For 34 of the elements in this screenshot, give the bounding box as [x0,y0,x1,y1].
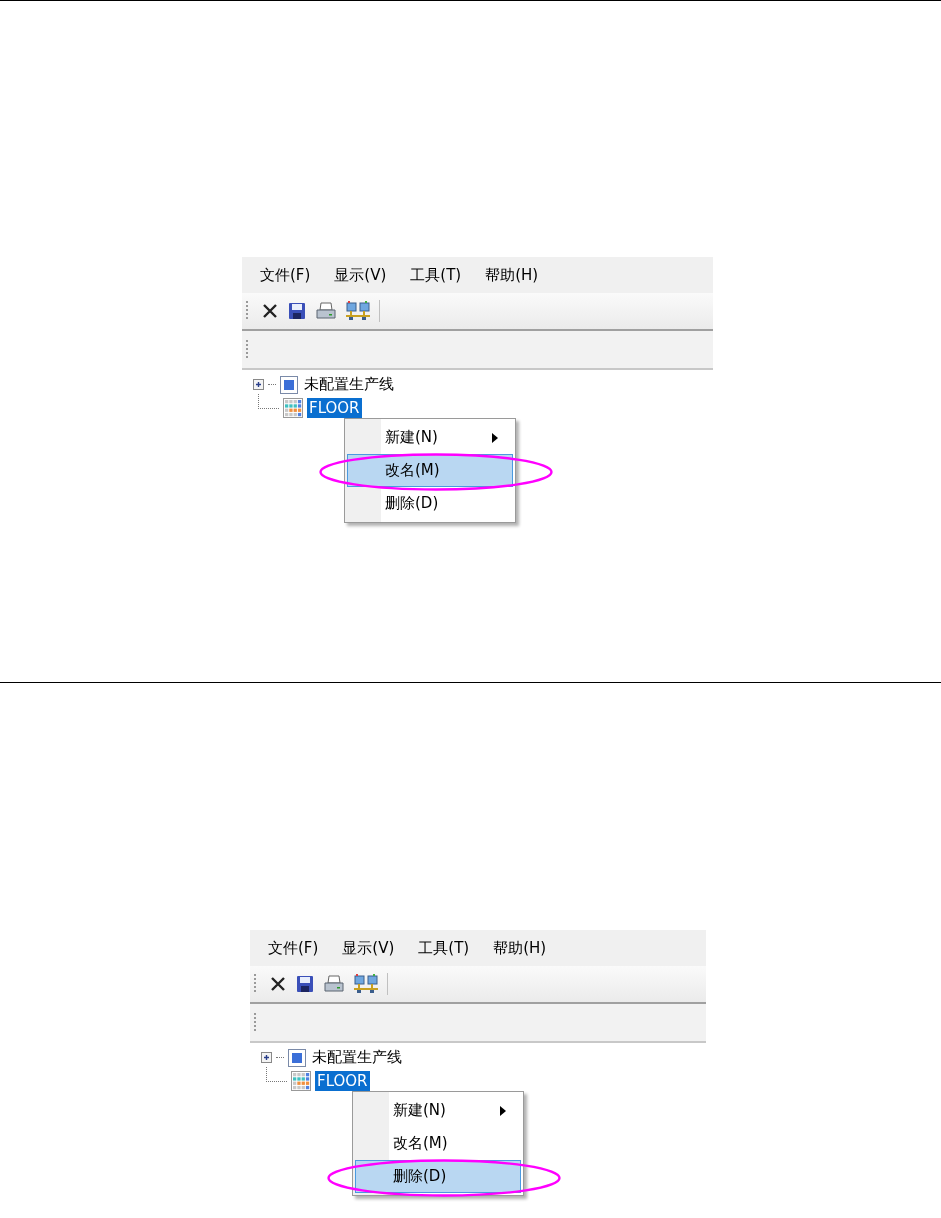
grip-icon [254,1012,257,1033]
tree-item[interactable]: FLOOR [315,1070,370,1091]
menu-item[interactable]: 改名(M) [347,454,513,487]
menu-item[interactable]: 改名(M) [355,1127,521,1160]
network-icon[interactable] [345,300,371,322]
menu-item[interactable]: 帮助(H) [485,265,539,285]
tree-item[interactable]: FLOOR [307,397,362,418]
menu-item[interactable]: 显示(V) [334,265,387,285]
expand-icon[interactable] [261,1052,272,1063]
grip-icon [246,301,249,321]
menu-item[interactable]: 帮助(H) [493,938,547,958]
save-icon[interactable] [287,301,307,321]
menu-item[interactable]: 文件(F) [260,265,311,285]
menu-item[interactable]: 文件(F) [268,938,319,958]
expand-icon[interactable] [253,379,264,390]
grip-icon [254,974,257,994]
close-icon[interactable] [261,302,279,320]
close-icon[interactable] [269,975,287,993]
save-icon[interactable] [295,974,315,994]
network-icon[interactable] [353,973,379,995]
grip-icon [246,339,249,360]
tree-item[interactable]: 未配置生产线 [302,374,396,395]
menu-item[interactable]: 新建(N) [355,1094,521,1127]
menu-item[interactable]: 删除(D) [347,487,513,520]
square-icon [288,1048,306,1067]
square-icon [280,375,298,394]
menu-item[interactable]: 删除(D) [355,1160,521,1193]
menu-item[interactable]: 显示(V) [342,938,395,958]
menu-item[interactable]: 新建(N) [347,421,513,454]
printer-icon[interactable] [323,974,345,994]
menu-item[interactable]: 工具(T) [410,265,462,285]
menu-item[interactable]: 工具(T) [418,938,470,958]
printer-icon[interactable] [315,301,337,321]
tree-item[interactable]: 未配置生产线 [310,1047,404,1068]
